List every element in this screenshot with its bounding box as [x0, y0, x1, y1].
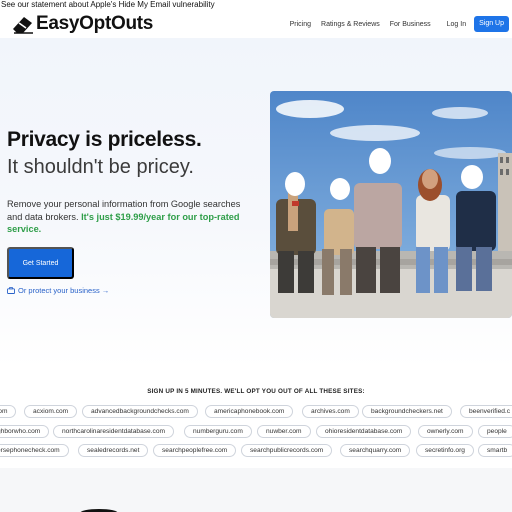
site-chip: searchpublicrecords.com: [241, 444, 333, 457]
next-section: [0, 468, 512, 512]
nav-pricing[interactable]: Pricing: [290, 21, 311, 28]
site-chip: americaphonebook.com: [205, 405, 294, 418]
site-row: ghborwho.com northcarolinaresidentdataba…: [0, 425, 512, 439]
site-chip: searchpeoplefree.com: [153, 444, 237, 457]
site-chip: numberguru.com: [184, 425, 252, 438]
site-chip: ohioresidentdatabase.com: [316, 425, 412, 438]
hero-subheadline: It shouldn't be pricey.: [7, 156, 194, 178]
site-chip: com: [0, 405, 17, 418]
site-chip: advancedbackgroundchecks.com: [82, 405, 198, 418]
announcement-banner[interactable]: See our statement about Apple's Hide My …: [0, 0, 512, 10]
site-chip: nuwber.com: [257, 425, 311, 438]
login-link[interactable]: Log In: [447, 21, 466, 28]
get-started-button[interactable]: Get Started: [7, 247, 74, 279]
site-row: ersephonecheck.com sealedrecords.net sea…: [0, 444, 512, 458]
site-chip: ghborwho.com: [0, 425, 50, 438]
site-chip: people: [478, 425, 512, 438]
sites-heading: SIGN UP IN 5 MINUTES. WE'LL OPT YOU OUT …: [147, 388, 365, 395]
site-chip: northcarolinaresidentdatabase.com: [53, 425, 174, 438]
top-navigation: EasyOptOuts Pricing Ratings & Reviews Fo…: [0, 10, 512, 38]
hero-headline: Privacy is priceless.: [7, 128, 202, 151]
site-chip: sealedrecords.net: [78, 444, 149, 457]
logo-text: EasyOptOuts: [36, 13, 154, 34]
eraser-logo-icon: [13, 17, 33, 34]
site-chip: backgroundcheckers.net: [362, 405, 452, 418]
logo[interactable]: EasyOptOuts: [11, 12, 153, 36]
hero-photo: [270, 91, 512, 318]
hero-description: Remove your personal information from Go…: [7, 198, 257, 236]
site-chip: archives.com: [302, 405, 359, 418]
site-chip: smartb: [478, 444, 512, 457]
site-chip: ownerly.com: [418, 425, 473, 438]
site-chip: acxiom.com: [24, 405, 78, 418]
protect-business-link[interactable]: Or protect your business →: [7, 286, 109, 295]
site-row: com acxiom.com advancedbackgroundchecks.…: [0, 405, 512, 419]
site-chip: secretinfo.org: [416, 444, 474, 457]
site-chip: searchquarry.com: [340, 444, 411, 457]
nav-ratings-reviews[interactable]: Ratings & Reviews: [321, 21, 380, 28]
nav-links: Pricing Ratings & Reviews For Business L…: [280, 10, 512, 38]
nav-for-business[interactable]: For Business: [390, 21, 431, 28]
site-chip: beenverified.c: [460, 405, 512, 418]
signup-button[interactable]: Sign Up: [474, 16, 509, 32]
site-chip: ersephonecheck.com: [0, 444, 69, 457]
business-link-text: Or protect your business →: [18, 286, 110, 295]
briefcase-icon: [7, 287, 15, 294]
